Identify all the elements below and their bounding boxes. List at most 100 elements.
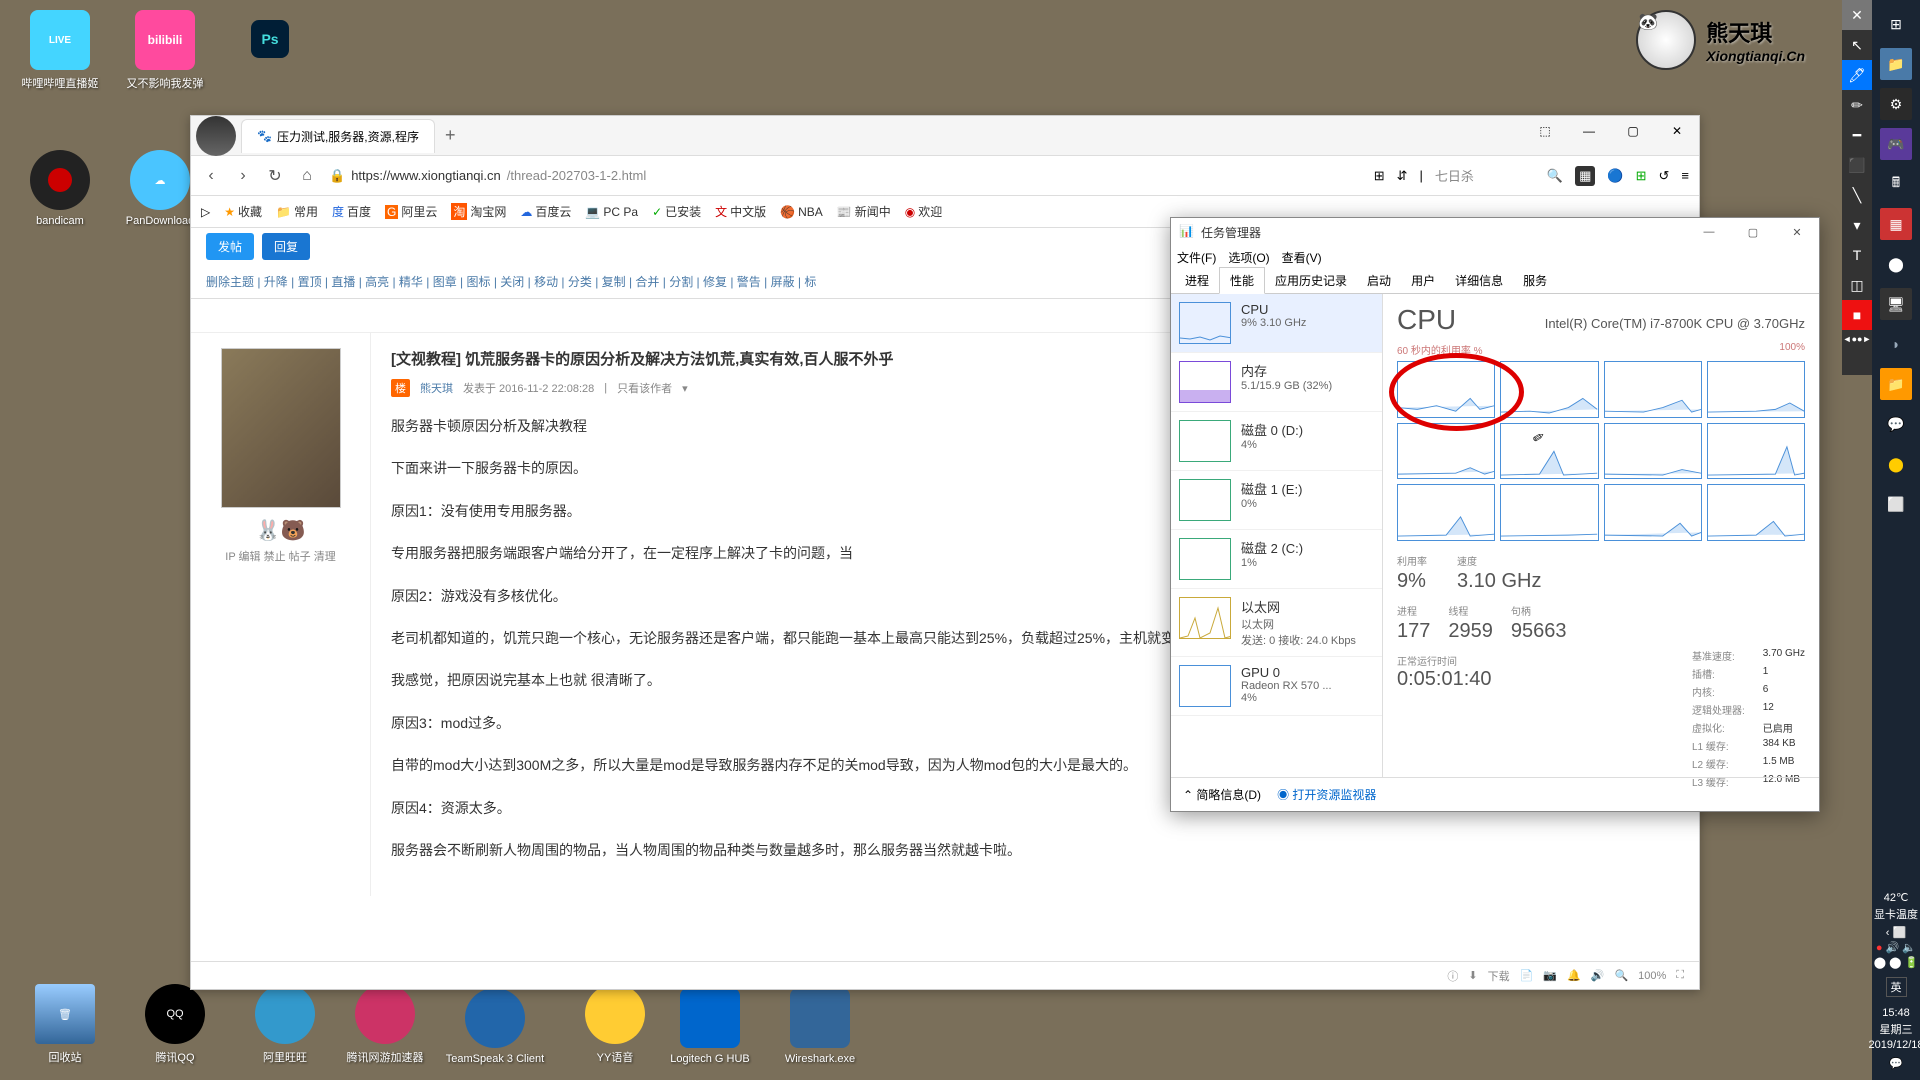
- size-indicator[interactable]: ◄●●►: [1842, 330, 1872, 348]
- browser-maximize-button[interactable]: ▢: [1611, 116, 1655, 146]
- desktop-icon-aliwangwang[interactable]: 阿里旺旺: [235, 984, 335, 1065]
- bookmark-favorites[interactable]: ★收藏: [224, 203, 262, 220]
- tab-startup[interactable]: 启动: [1357, 268, 1401, 293]
- tm-minimize-button[interactable]: —: [1687, 218, 1731, 246]
- tm-item-cpu[interactable]: CPU9% 3.10 GHz: [1171, 294, 1382, 353]
- toolbar-menu-button[interactable]: ≡: [1681, 168, 1689, 183]
- search-icon[interactable]: 🔍: [1547, 168, 1563, 184]
- fewer-details-toggle[interactable]: ⌃ 简略信息(D): [1183, 786, 1261, 803]
- bookmark-item[interactable]: 文中文版: [715, 203, 766, 220]
- browser-profile-avatar[interactable]: [196, 116, 236, 156]
- nav-reload-button[interactable]: ↻: [265, 166, 285, 186]
- desktop-icon-bandicam[interactable]: bandicam: [10, 150, 110, 227]
- tm-close-button[interactable]: ✕: [1775, 218, 1819, 246]
- status-icon[interactable]: ⬇: [1468, 969, 1477, 982]
- status-icon[interactable]: ⓘ: [1447, 968, 1458, 984]
- toolbar-ext-icon[interactable]: ▦: [1575, 166, 1595, 186]
- system-tray[interactable]: 42℃ 显卡温度 ‹ ⬜ ● 🔊 🔈 ⬤ ⬤ 🔋 英 15:48 星期三 201…: [1868, 881, 1920, 1080]
- tab-processes[interactable]: 进程: [1175, 268, 1219, 293]
- tab-services[interactable]: 服务: [1513, 268, 1557, 293]
- bookmark-item[interactable]: 度百度: [332, 203, 371, 220]
- menu-options[interactable]: 选项(O): [1228, 249, 1269, 266]
- bookmark-item[interactable]: ✓已安装: [652, 203, 701, 220]
- tm-item-gpu[interactable]: GPU 0Radeon RX 570 ...4%: [1171, 657, 1382, 716]
- browser-extension-icon[interactable]: ⬚: [1523, 116, 1567, 146]
- desktop-icon-photoshop[interactable]: Ps: [245, 20, 295, 63]
- taskbar-app-icon[interactable]: 📁: [1880, 368, 1912, 400]
- desktop-icon-accelerator[interactable]: 腾讯网游加速器: [335, 984, 435, 1065]
- cpu-core-grid[interactable]: ✏: [1397, 361, 1805, 541]
- taskbar-app-icon[interactable]: ⬜: [1880, 488, 1912, 520]
- author-mod-links[interactable]: IP 编辑 禁止 帖子 清理: [206, 548, 355, 564]
- shape-tool-icon[interactable]: ◫: [1842, 270, 1872, 300]
- status-icon[interactable]: 📄: [1520, 969, 1534, 982]
- tab-details[interactable]: 详细信息: [1445, 268, 1513, 293]
- desktop-icon-recycle-bin[interactable]: 🗑 回收站: [15, 984, 115, 1065]
- fill-color-icon[interactable]: ■: [1842, 300, 1872, 330]
- toolbar-close-button[interactable]: ✕: [1842, 0, 1872, 30]
- bookmark-item[interactable]: ◉欢迎: [905, 203, 943, 220]
- fullscreen-icon[interactable]: ⛶: [1676, 969, 1684, 982]
- only-author-link[interactable]: 只看该作者: [617, 380, 672, 396]
- tm-item-disk0[interactable]: 磁盘 0 (D:)4%: [1171, 412, 1382, 471]
- status-icon[interactable]: 🔊: [1591, 969, 1605, 982]
- taskbar-app-icon[interactable]: ▦: [1880, 208, 1912, 240]
- taskbar-app-icon[interactable]: 🖥: [1880, 288, 1912, 320]
- highlighter-tool-icon[interactable]: ━: [1842, 120, 1872, 150]
- color-tool-icon[interactable]: 🖊: [1842, 60, 1872, 90]
- desktop-icon-qq[interactable]: QQ 腾讯QQ: [125, 984, 225, 1065]
- line-tool-icon[interactable]: ╲: [1842, 180, 1872, 210]
- desktop-icon-bilibili-up[interactable]: bilibili 又不影响我发弹: [115, 10, 215, 91]
- nav-home-button[interactable]: ⌂: [297, 166, 317, 186]
- tm-item-memory[interactable]: 内存5.1/15.9 GB (32%): [1171, 353, 1382, 412]
- taskbar-app-icon[interactable]: ⬤: [1880, 448, 1912, 480]
- toolbar-reload-icon[interactable]: ↺: [1659, 168, 1670, 184]
- tab-performance[interactable]: 性能: [1219, 267, 1265, 294]
- nav-forward-button[interactable]: ›: [233, 166, 253, 186]
- reply-button[interactable]: 回复: [262, 233, 310, 260]
- more-tool-icon[interactable]: ▾: [1842, 210, 1872, 240]
- desktop-icon-logitech[interactable]: Logitech G HUB: [660, 988, 760, 1065]
- start-button[interactable]: ⊞: [1880, 8, 1912, 40]
- bookmark-item[interactable]: G阿里云: [385, 203, 437, 220]
- menu-view[interactable]: 查看(V): [1282, 249, 1322, 266]
- bookmark-item[interactable]: 淘淘宝网: [451, 203, 506, 220]
- browser-close-button[interactable]: ✕: [1655, 116, 1699, 146]
- author-link[interactable]: 熊天琪: [420, 380, 453, 396]
- notification-icon[interactable]: 💬: [1868, 1057, 1920, 1070]
- taskbar-wechat-icon[interactable]: 💬: [1880, 408, 1912, 440]
- toolbar-ext-icon[interactable]: ⊞: [1636, 168, 1647, 184]
- toolbar-icon[interactable]: ⇵: [1397, 168, 1408, 184]
- search-box-text[interactable]: 七日杀: [1435, 166, 1535, 185]
- browser-minimize-button[interactable]: —: [1567, 116, 1611, 146]
- desktop-icon-teamspeak[interactable]: TeamSpeak 3 Client: [445, 988, 545, 1065]
- browser-new-tab-button[interactable]: +: [435, 125, 466, 146]
- taskbar-app-icon[interactable]: ⬤: [1880, 248, 1912, 280]
- text-tool-icon[interactable]: T: [1842, 240, 1872, 270]
- taskbar-app-icon[interactable]: 📁: [1880, 48, 1912, 80]
- tm-item-ethernet[interactable]: 以太网以太网发送: 0 接收: 24.0 Kbps: [1171, 589, 1382, 657]
- open-resmon-link[interactable]: ◉ 打开资源监视器: [1277, 786, 1376, 803]
- status-icon[interactable]: 📷: [1543, 969, 1557, 982]
- bookmark-expand-icon[interactable]: ▷: [201, 205, 210, 219]
- address-bar[interactable]: 🔒 https://www.xiongtianqi.cn/thread-2027…: [329, 168, 1362, 184]
- bookmark-item[interactable]: 📁常用: [276, 203, 318, 220]
- eraser-tool-icon[interactable]: ⬛: [1842, 150, 1872, 180]
- nav-back-button[interactable]: ‹: [201, 166, 221, 186]
- taskbar-app-icon[interactable]: ⚙: [1880, 88, 1912, 120]
- browser-tab[interactable]: 🐾 压力测试,服务器,资源,程序: [241, 119, 435, 153]
- author-avatar[interactable]: [221, 348, 341, 508]
- new-post-button[interactable]: 发帖: [206, 233, 254, 260]
- tab-app-history[interactable]: 应用历史记录: [1265, 268, 1357, 293]
- tm-item-disk2[interactable]: 磁盘 2 (C:)1%: [1171, 530, 1382, 589]
- bookmark-item[interactable]: ☁百度云: [520, 203, 571, 220]
- taskbar-calc-icon[interactable]: 🖩: [1880, 168, 1912, 200]
- menu-file[interactable]: 文件(F): [1177, 249, 1216, 266]
- bookmark-item[interactable]: 🏀NBA: [780, 205, 823, 219]
- taskbar-app-icon[interactable]: 🎮: [1880, 128, 1912, 160]
- taskbar-steam-icon[interactable]: ◗: [1880, 328, 1912, 360]
- chevron-down-icon[interactable]: ▾: [682, 382, 688, 395]
- desktop-icon-yy[interactable]: YY语音: [565, 984, 665, 1065]
- status-icon[interactable]: 🔔: [1567, 969, 1581, 982]
- bookmark-item[interactable]: 💻PC Pa: [585, 205, 638, 219]
